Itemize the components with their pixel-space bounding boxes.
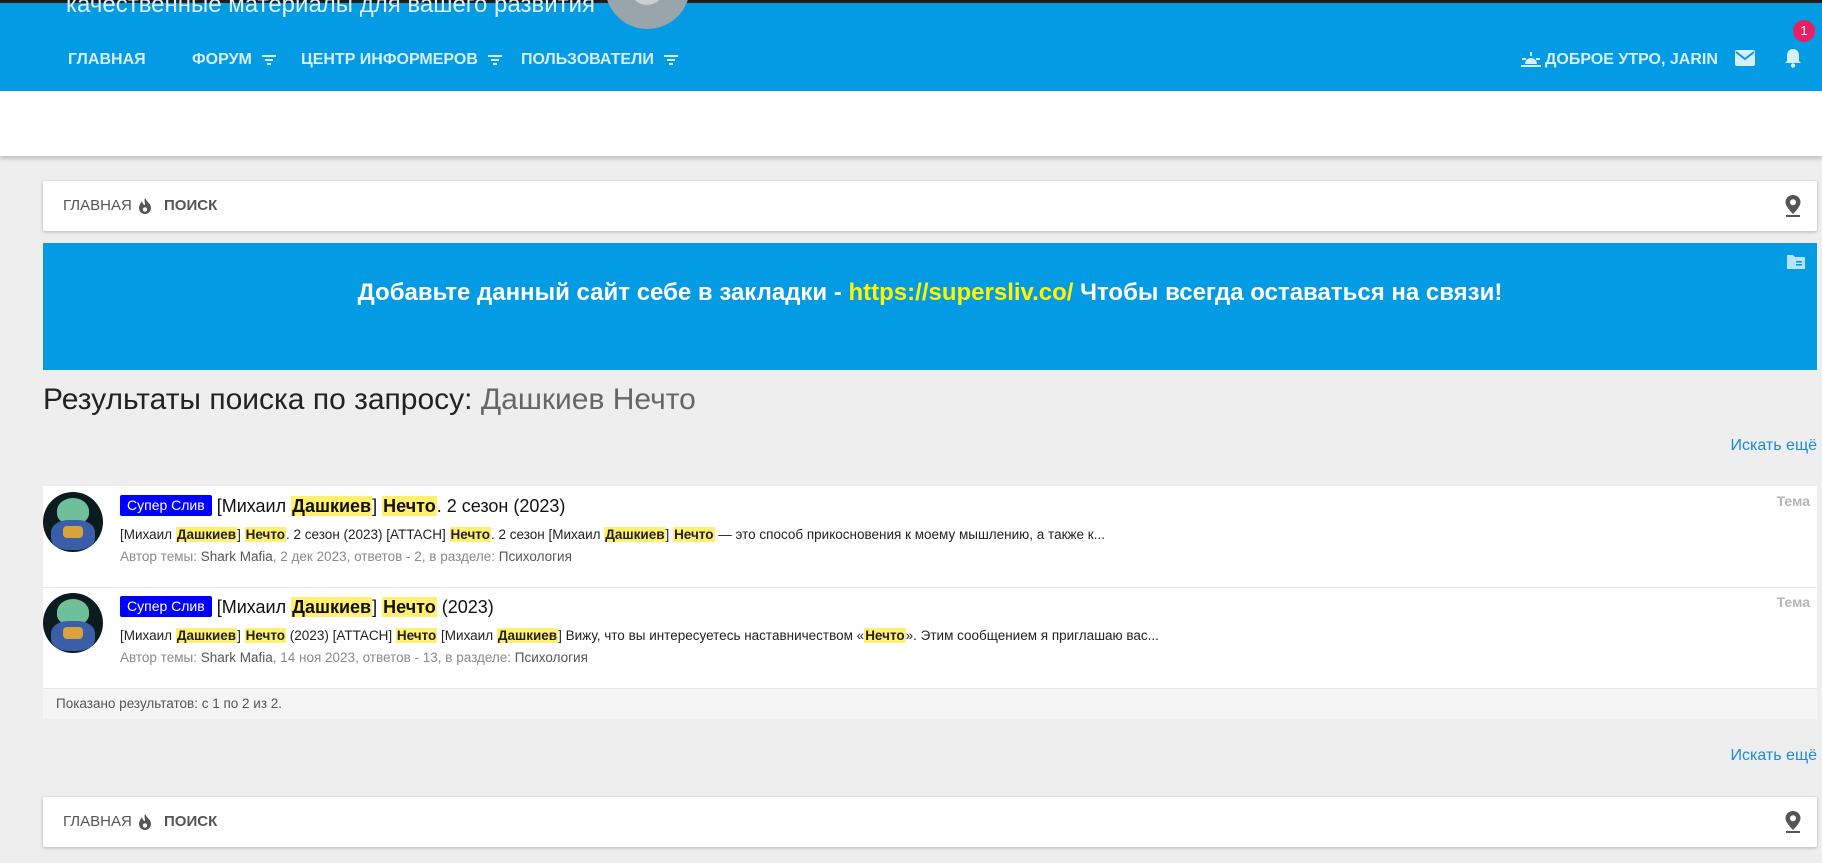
highlight-term: Дашкиев — [496, 628, 559, 643]
highlight-term: Нечто — [449, 527, 491, 542]
section-link[interactable]: Психология — [499, 549, 572, 564]
flame-icon — [139, 198, 151, 214]
nav-home[interactable]: ГЛАВНАЯ — [68, 45, 146, 75]
highlight-term: Дашкиев — [175, 527, 238, 542]
site-tagline: качественные материалы для вашего развит… — [66, 0, 596, 18]
highlight-term: Дашкиев — [291, 496, 373, 516]
highlight-term: Дашкиев — [291, 597, 373, 617]
search-more-link[interactable]: Искать ещё — [1731, 437, 1817, 455]
dismiss-notice-icon[interactable] — [1787, 253, 1805, 269]
highlight-term: Нечто — [244, 628, 287, 643]
author-avatar[interactable] — [43, 593, 103, 653]
text-fragment: (2023) [ATTACH] — [286, 628, 396, 643]
section-link[interactable]: Психология — [515, 650, 588, 665]
text-fragment: . 2 сезон [Михаил — [491, 527, 605, 542]
breadcrumb: ГЛАВНАЯ ПОИСК — [43, 797, 1817, 847]
notice-text: Добавьте данный сайт себе в закладки - h… — [357, 279, 1503, 306]
filter-icon[interactable] — [663, 54, 678, 65]
mail-icon[interactable] — [1735, 50, 1755, 66]
text-fragment: ». Этим сообщением я приглашаю вас... — [905, 628, 1159, 643]
highlight-term: Нечто — [244, 527, 287, 542]
nav-forum[interactable]: ФОРУМ — [192, 45, 276, 75]
prefix-label[interactable]: Супер Слив — [120, 596, 212, 617]
result-snippet: [Михаил Дашкиев] Нечто. 2 сезон (2023) [… — [120, 527, 1105, 542]
site-logo[interactable] — [605, 0, 690, 29]
header-band — [0, 91, 1822, 156]
breadcrumb-current: ПОИСК — [164, 197, 218, 214]
search-query: Дашкиев Нечто — [480, 383, 696, 416]
highlight-term: Дашкиев — [175, 628, 238, 643]
flame-icon — [139, 814, 151, 830]
text-fragment: — это способ прикосновения к моему мышле… — [714, 527, 1105, 542]
sunrise-icon — [1521, 51, 1541, 67]
results-summary: Показано результатов: с 1 по 2 из 2. — [56, 696, 283, 711]
text-fragment: . 2 сезон (2023) [ATTACH] — [286, 527, 450, 542]
search-results: Супер Слив [Михаил Дашкиев] Нечто. 2 сезо… — [43, 486, 1817, 719]
bell-icon[interactable] — [1784, 48, 1802, 68]
highlight-term: Дашкиев — [604, 527, 666, 542]
text-fragment: ] — [372, 597, 383, 617]
filter-icon[interactable] — [487, 54, 502, 65]
text-fragment: ] — [237, 628, 245, 643]
highlight-term: Нечто — [673, 527, 715, 542]
author-avatar[interactable] — [43, 492, 103, 552]
text-fragment: (2023) — [436, 597, 494, 617]
result-row: Супер Слив [Михаил Дашкиев] Нечто. 2 сезо… — [43, 486, 1817, 588]
result-row: Супер Слив [Михаил Дашкиев] Нечто (2023) … — [43, 587, 1817, 688]
result-title[interactable]: Супер Слив [Михаил Дашкиев] Нечто (2023) — [120, 596, 494, 618]
text-fragment: . 2 сезон (2023) — [436, 496, 566, 516]
text-fragment: ] Вижу, что вы интересуетесь наставничес… — [558, 628, 865, 643]
text-fragment: [Михаил — [120, 527, 176, 542]
text-fragment: [Михаил — [120, 628, 176, 643]
nav-users[interactable]: ПОЛЬЗОВАТЕЛИ — [521, 45, 678, 75]
nav-informers[interactable]: ЦЕНТР ИНФОРМЕРОВ — [301, 45, 502, 75]
bookmark-notice: Добавьте данный сайт себе в закладки - h… — [43, 243, 1817, 370]
result-type: Тема — [1776, 493, 1810, 509]
result-snippet: [Михаил Дашкиев] Нечто (2023) [ATTACH] Н… — [120, 628, 1159, 643]
result-title-text: [Михаил Дашкиев] Нечто. 2 сезон (2023) — [216, 496, 566, 516]
result-title[interactable]: Супер Слив [Михаил Дашкиев] Нечто. 2 сезо… — [120, 495, 565, 517]
author-link[interactable]: Shark Mafia — [201, 549, 273, 564]
result-title-text: [Михаил Дашкиев] Нечто (2023) — [217, 597, 494, 617]
notification-badge[interactable]: 1 — [1793, 20, 1815, 42]
result-meta: Автор темы: Shark Mafia, 14 ноя 2023, от… — [120, 650, 588, 665]
highlight-term: Нечто — [395, 628, 438, 643]
text-fragment: ] — [372, 496, 383, 516]
text-fragment: [Михаил — [216, 496, 292, 516]
breadcrumb-home[interactable]: ГЛАВНАЯ — [63, 181, 132, 231]
highlight-term: Нечто — [382, 496, 437, 516]
location-pin-icon[interactable] — [1785, 195, 1801, 217]
results-footer: Показано результатов: с 1 по 2 из 2. — [43, 688, 1817, 719]
prefix-label[interactable]: Супер Слив — [120, 495, 212, 516]
breadcrumb-current: ПОИСК — [164, 813, 218, 830]
highlight-term: Нечто — [382, 597, 437, 617]
author-link[interactable]: Shark Mafia — [201, 650, 273, 665]
page-title: Результаты поиска по запросу: Дашкиев Не… — [43, 383, 696, 416]
result-meta: Автор темы: Shark Mafia, 2 дек 2023, отв… — [120, 549, 572, 564]
result-type: Тема — [1776, 594, 1810, 610]
search-more-link[interactable]: Искать ещё — [1731, 747, 1817, 765]
highlight-term: Нечто — [864, 628, 906, 643]
breadcrumb: ГЛАВНАЯ ПОИСК — [43, 181, 1817, 231]
text-fragment: ] — [237, 527, 245, 542]
text-fragment: [Михаил — [216, 597, 292, 617]
text-fragment: ] — [665, 527, 674, 542]
user-greeting[interactable]: ДОБРОЕ УТРО, JARIN — [1521, 45, 1718, 75]
top-header: качественные материалы для вашего развит… — [0, 0, 1822, 91]
breadcrumb-home[interactable]: ГЛАВНАЯ — [63, 797, 132, 847]
text-fragment: [Михаил — [437, 628, 497, 643]
notice-link[interactable]: https://supersliv.co/ — [849, 279, 1074, 306]
location-pin-icon[interactable] — [1785, 811, 1801, 833]
filter-icon[interactable] — [261, 54, 276, 65]
